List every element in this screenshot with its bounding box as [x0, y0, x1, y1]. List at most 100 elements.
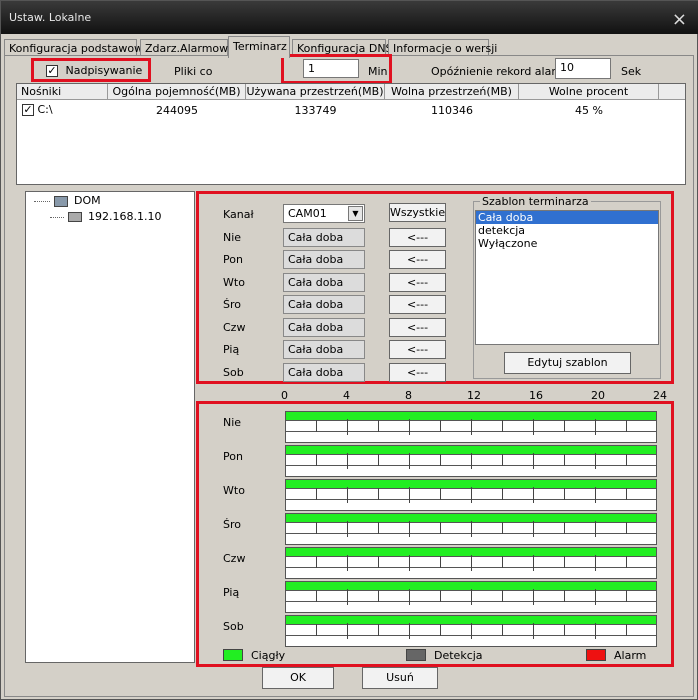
timeline-day-label: Pon: [223, 450, 243, 463]
hour-tick: [595, 555, 596, 571]
hour-tick: [564, 522, 565, 534]
channel-value: CAM01: [288, 207, 327, 220]
all-button[interactable]: Wszystkie: [389, 203, 446, 222]
template-list[interactable]: Cała doba detekcja Wyłączone: [475, 210, 659, 345]
day-schedule-field: Cała doba: [283, 273, 365, 292]
hour-tick: [378, 522, 379, 534]
timeline-day-label: Pią: [223, 586, 240, 599]
channel-label: Kanał: [223, 208, 254, 221]
hour-tick: [440, 522, 441, 534]
col-free[interactable]: Wolna przestrzeń(MB): [385, 84, 519, 100]
hour-tick: [595, 589, 596, 605]
hour-tick: [626, 420, 627, 432]
timeline-bar[interactable]: [285, 513, 657, 545]
timeline-bar[interactable]: [285, 445, 657, 477]
disk-name-cell[interactable]: ✓ C:\: [22, 103, 53, 116]
title-bar: Ustaw. Lokalne ×: [1, 1, 698, 34]
hour-tick: [533, 487, 534, 503]
hour-tick: [564, 454, 565, 466]
delay-input[interactable]: 10: [555, 58, 611, 79]
timeline-bar[interactable]: [285, 547, 657, 579]
tab-terminarz[interactable]: Terminarz: [228, 36, 290, 58]
template-item[interactable]: Cała doba: [476, 211, 658, 224]
delete-button[interactable]: Usuń: [362, 667, 438, 689]
hour-label: 4: [343, 389, 350, 402]
disk-list-header: Nośniki Ogólna pojemność(MB) Używana prz…: [17, 84, 685, 100]
hour-tick: [440, 590, 441, 602]
device-tree[interactable]: DOM 192.168.1.10: [25, 191, 195, 663]
timeline-bar[interactable]: [285, 615, 657, 647]
legend-swatch-alarm: [586, 649, 606, 661]
apply-template-button[interactable]: <---: [389, 340, 446, 359]
legend-label-alarm: Alarm: [614, 649, 647, 662]
hour-tick: [440, 556, 441, 568]
hour-tick: [471, 589, 472, 605]
apply-template-button[interactable]: <---: [389, 250, 446, 269]
timeline-day-label: Czw: [223, 552, 246, 565]
hour-tick: [378, 420, 379, 432]
hour-tick: [440, 454, 441, 466]
hour-tick: [564, 624, 565, 636]
hour-tick: [502, 624, 503, 636]
template-item[interactable]: Wyłączone: [476, 237, 658, 250]
day-schedule-field: Cała doba: [283, 340, 365, 359]
col-percent[interactable]: Wolne procent: [519, 84, 659, 100]
timeline-bar[interactable]: [285, 479, 657, 511]
apply-template-button[interactable]: <---: [389, 228, 446, 247]
apply-template-button[interactable]: <---: [389, 273, 446, 292]
channel-select[interactable]: CAM01 ▼: [283, 204, 365, 223]
hour-tick: [471, 623, 472, 639]
hour-tick: [533, 555, 534, 571]
col-used[interactable]: Używana przestrzeń(MB): [246, 84, 385, 100]
hour-tick: [316, 556, 317, 568]
hour-tick: [409, 589, 410, 605]
chevron-down-icon[interactable]: ▼: [348, 206, 363, 221]
disk-name: C:\: [37, 103, 53, 116]
day-label: Śro: [223, 298, 241, 311]
hour-tick: [347, 521, 348, 537]
apply-template-button[interactable]: <---: [389, 363, 446, 382]
tree-root[interactable]: DOM: [34, 194, 101, 207]
overwrite-checkbox-row[interactable]: ✓ Nadpisywanie: [46, 64, 142, 77]
overwrite-checkbox[interactable]: ✓: [46, 65, 58, 77]
tree-child[interactable]: 192.168.1.10: [50, 210, 161, 223]
files-label: Pliki co: [174, 65, 213, 78]
timeline-bar[interactable]: [285, 581, 657, 613]
col-total[interactable]: Ogólna pojemność(MB): [108, 84, 246, 100]
hour-tick: [595, 419, 596, 435]
group-icon: [53, 195, 68, 207]
hour-tick: [564, 420, 565, 432]
template-item[interactable]: detekcja: [476, 224, 658, 237]
hour-tick: [409, 419, 410, 435]
timeline-bar[interactable]: [285, 411, 657, 443]
hour-tick: [316, 590, 317, 602]
hour-tick: [471, 419, 472, 435]
legend-label-detection: Detekcja: [434, 649, 483, 662]
hour-label: 20: [591, 389, 605, 402]
ok-button[interactable]: OK: [262, 667, 334, 689]
files-unit: Min: [368, 65, 388, 78]
apply-template-button[interactable]: <---: [389, 318, 446, 337]
edit-template-button[interactable]: Edytuj szablon: [504, 352, 631, 374]
col-nosniki[interactable]: Nośniki: [17, 84, 108, 100]
disk-free: 110346: [431, 104, 473, 117]
files-interval-input[interactable]: 1: [303, 59, 359, 78]
day-schedule-field: Cała doba: [283, 318, 365, 337]
hour-tick: [502, 420, 503, 432]
hour-tick: [502, 454, 503, 466]
disk-list[interactable]: Nośniki Ogólna pojemność(MB) Używana prz…: [16, 83, 686, 185]
legend-swatch-continuous: [223, 649, 243, 661]
close-icon[interactable]: ×: [672, 9, 687, 30]
hour-label: 12: [467, 389, 481, 402]
timeline-day-label: Wto: [223, 484, 245, 497]
hour-tick: [440, 488, 441, 500]
delay-unit: Sek: [621, 65, 642, 78]
hour-tick: [316, 420, 317, 432]
hour-tick: [409, 555, 410, 571]
hour-tick: [347, 555, 348, 571]
hour-tick: [533, 589, 534, 605]
hour-label: 16: [529, 389, 543, 402]
hour-tick: [626, 590, 627, 602]
apply-template-button[interactable]: <---: [389, 295, 446, 314]
disk-checkbox[interactable]: ✓: [22, 104, 34, 116]
